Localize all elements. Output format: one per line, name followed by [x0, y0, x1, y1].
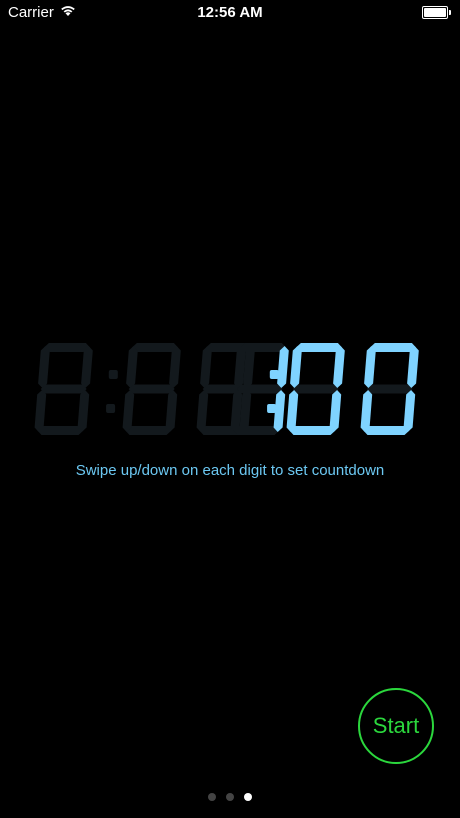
page-dot[interactable] [208, 793, 216, 801]
page-dot-active[interactable] [244, 793, 252, 801]
countdown-hint: Swipe up/down on each digit to set count… [75, 462, 385, 479]
countdown-display[interactable] [30, 338, 430, 440]
timer-digit[interactable] [34, 343, 93, 435]
status-bar: Carrier 12:56 AM [0, 0, 460, 24]
timer-digit[interactable] [360, 343, 419, 435]
page-indicator[interactable] [0, 793, 460, 801]
timer-digit[interactable] [286, 343, 345, 435]
battery-icon [422, 5, 451, 19]
status-time: 12:56 AM [197, 4, 263, 21]
timer-screen: Carrier 12:56 AM Swipe up/down on each d… [0, 0, 460, 818]
page-dot[interactable] [226, 793, 234, 801]
timer-digit[interactable] [122, 343, 181, 435]
timer-colon [106, 370, 118, 413]
start-button[interactable]: Start [358, 688, 434, 764]
timer-digit[interactable] [230, 343, 289, 435]
